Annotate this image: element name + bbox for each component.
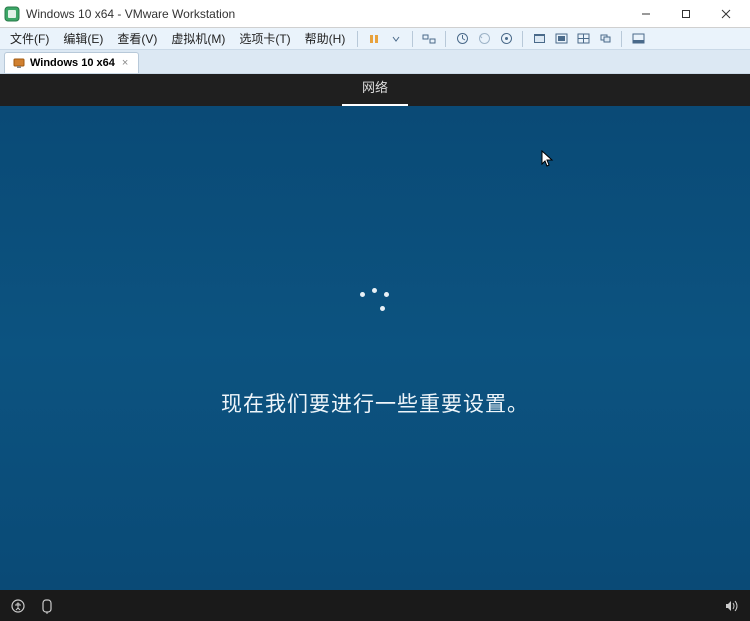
- vm-tab-label: Windows 10 x64: [30, 57, 115, 69]
- close-button[interactable]: [706, 1, 746, 27]
- send-ctrl-alt-del-icon[interactable]: [419, 30, 439, 48]
- oobe-message: 现在我们要进行一些重要设置。: [221, 388, 529, 418]
- minimize-button[interactable]: [626, 1, 666, 27]
- thumbnail-bar-icon[interactable]: [628, 30, 648, 48]
- maximize-button[interactable]: [666, 1, 706, 27]
- menubar: 文件(F) 编辑(E) 查看(V) 虚拟机(M) 选项卡(T) 帮助(H): [0, 28, 750, 50]
- titlebar: Windows 10 x64 - VMware Workstation: [0, 0, 750, 28]
- menu-tabs[interactable]: 选项卡(T): [233, 28, 296, 49]
- fullscreen-icon[interactable]: [529, 30, 549, 48]
- vm-viewport[interactable]: 网络 现在我们要进行一些重要设置。: [0, 74, 750, 621]
- snapshot-revert-icon[interactable]: [474, 30, 494, 48]
- vm-tab-icon: [13, 57, 25, 69]
- app-icon: [4, 6, 20, 22]
- tab-close-icon[interactable]: ×: [120, 57, 130, 69]
- vm-tab[interactable]: Windows 10 x64 ×: [4, 52, 139, 73]
- menu-help[interactable]: 帮助(H): [299, 28, 352, 49]
- menu-edit[interactable]: 编辑(E): [57, 28, 109, 49]
- window-controls: [626, 1, 746, 27]
- cycle-icon[interactable]: [595, 30, 615, 48]
- menu-file[interactable]: 文件(F): [4, 28, 55, 49]
- window-title: Windows 10 x64 - VMware Workstation: [26, 7, 626, 21]
- menu-vm[interactable]: 虚拟机(M): [165, 28, 231, 49]
- separator: [412, 31, 413, 47]
- pause-icon[interactable]: [364, 30, 384, 48]
- separator: [522, 31, 523, 47]
- separator: [621, 31, 622, 47]
- loading-spinner-icon: [350, 278, 400, 328]
- ime-icon[interactable]: [40, 598, 54, 614]
- separator: [445, 31, 446, 47]
- dropdown-icon[interactable]: [386, 30, 406, 48]
- tab-bar: Windows 10 x64 ×: [0, 50, 750, 74]
- oobe-header: 网络: [0, 74, 750, 106]
- unity-icon[interactable]: [551, 30, 571, 48]
- snapshot-manager-icon[interactable]: [496, 30, 516, 48]
- oobe-footer: [0, 590, 750, 621]
- snapshot-take-icon[interactable]: [452, 30, 472, 48]
- volume-icon[interactable]: [724, 599, 740, 613]
- ease-of-access-icon[interactable]: [10, 598, 26, 614]
- separator: [357, 31, 358, 47]
- footer-left: [10, 598, 54, 614]
- oobe-network-tab: 网络: [342, 74, 408, 106]
- menu-view[interactable]: 查看(V): [111, 28, 163, 49]
- oobe-body: 现在我们要进行一些重要设置。: [0, 106, 750, 590]
- stretch-icon[interactable]: [573, 30, 593, 48]
